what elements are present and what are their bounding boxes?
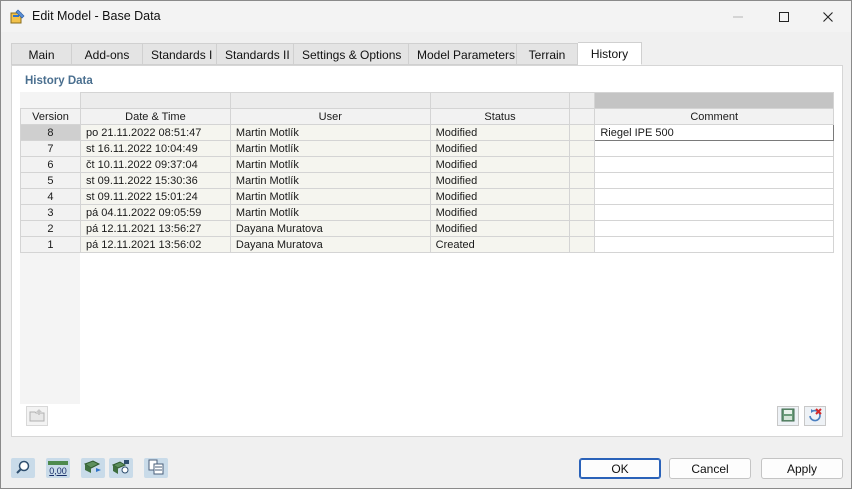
datetime-cell[interactable]: čt 10.11.2022 09:37:04 [79,156,231,173]
edit-model-dialog: Edit Model - Base Data Main Add-ons Stan… [0,0,852,489]
tab-history[interactable]: History [578,42,642,65]
comment-cell[interactable] [594,220,834,237]
model-settings-icon [111,459,130,478]
version-cell[interactable]: 6 [20,156,81,173]
table-row[interactable]: 3 pá 04.11.2022 09:05:59 Martin Motlík M… [20,204,834,221]
status-cell[interactable]: Modified [429,172,571,189]
user-cell[interactable]: Martin Motlík [229,172,431,189]
table-row[interactable]: 1 pá 12.11.2021 13:56:02 Dayana Muratova… [20,236,834,253]
tab-settings-options[interactable]: Settings & Options [294,43,409,65]
minimize-button[interactable] [715,1,761,32]
decimal-format-icon [48,460,68,465]
history-data-title: History Data [25,75,93,87]
tab-main[interactable]: Main [11,43,72,65]
window-title: Edit Model - Base Data [32,9,161,23]
tab-bar: Main Add-ons Standards I Standards II Se… [11,42,642,65]
status-cell[interactable]: Modified [429,124,571,141]
user-cell[interactable]: Martin Motlík [229,156,431,173]
version-cell[interactable]: 4 [20,188,81,205]
data-table-icon [147,459,165,478]
title-bar: Edit Model - Base Data [1,1,851,32]
user-cell[interactable]: Martin Motlík [229,140,431,157]
version-cell[interactable]: 8 [20,124,81,141]
history-table: Version Date & Time User Status Comment … [20,92,834,253]
search-zoom-icon [15,459,31,478]
comment-cell[interactable] [594,156,834,173]
tab-standards-i[interactable]: Standards I [143,43,217,65]
data-table-button[interactable] [144,458,168,478]
maximize-button[interactable] [761,1,807,32]
comment-cell[interactable] [594,172,834,189]
table-row[interactable]: 5 st 09.11.2022 15:30:36 Martin Motlík M… [20,172,834,189]
delete-version-button[interactable] [804,406,826,426]
datetime-cell[interactable]: po 21.11.2022 08:51:47 [79,124,231,141]
status-cell[interactable]: Created [429,236,571,253]
user-cell[interactable]: Dayana Muratova [229,220,431,237]
comment-cell[interactable] [594,204,834,221]
datetime-cell[interactable]: pá 04.11.2022 09:05:59 [79,204,231,221]
column-header-datetime[interactable]: Date & Time [79,108,231,125]
tab-add-ons[interactable]: Add-ons [72,43,143,65]
delete-version-icon [807,407,823,426]
status-cell[interactable]: Modified [429,140,571,157]
column-header-version[interactable]: Version [20,108,81,125]
datetime-cell[interactable]: st 09.11.2022 15:30:36 [79,172,231,189]
export-folder-button[interactable] [26,406,48,426]
search-zoom-button[interactable] [11,458,35,478]
status-cell[interactable]: Modified [429,188,571,205]
model-edit-icon [10,9,25,24]
ok-button[interactable]: OK [579,458,661,479]
close-button[interactable] [805,1,851,32]
table-row[interactable]: 2 pá 12.11.2021 13:56:27 Dayana Muratova… [20,220,834,237]
decimal-format-button[interactable]: 0,00 [46,458,70,478]
version-cell[interactable]: 2 [20,220,81,237]
cancel-button[interactable]: Cancel [669,458,751,479]
datetime-cell[interactable]: pá 12.11.2021 13:56:02 [79,236,231,253]
table-row[interactable]: 4 st 09.11.2022 15:01:24 Martin Motlík M… [20,188,834,205]
tab-terrain[interactable]: Terrain [517,43,578,65]
decimal-value: 0,00 [49,465,67,476]
history-panel: History Data Version Date & Time User St… [11,65,843,437]
tab-standards-ii[interactable]: Standards II [217,43,294,65]
table-row[interactable]: 8 po 21.11.2022 08:51:47 Martin Motlík M… [20,124,834,141]
user-cell[interactable]: Martin Motlík [229,204,431,221]
datetime-cell[interactable]: st 16.11.2022 10:04:49 [79,140,231,157]
comment-cell[interactable] [594,236,834,253]
table-row[interactable]: 6 čt 10.11.2022 09:37:04 Martin Motlík M… [20,156,834,173]
export-folder-icon [29,408,45,425]
column-header-status[interactable]: Status [429,108,571,125]
status-cell[interactable]: Modified [429,204,571,221]
history-grid: Version Date & Time User Status Comment … [20,92,834,404]
comment-cell[interactable]: Riegel IPE 500 [594,124,834,141]
column-header-comment[interactable]: Comment [594,108,834,125]
comment-cell[interactable] [594,140,834,157]
datetime-cell[interactable]: pá 12.11.2021 13:56:27 [79,220,231,237]
version-cell[interactable]: 7 [20,140,81,157]
status-cell[interactable]: Modified [429,220,571,237]
save-version-icon [780,407,796,426]
model-view-icon [83,459,102,478]
table-row[interactable]: 7 st 16.11.2022 10:04:49 Martin Motlík M… [20,140,834,157]
user-cell[interactable]: Martin Motlík [229,124,431,141]
version-cell[interactable]: 3 [20,204,81,221]
version-cell[interactable]: 5 [20,172,81,189]
apply-button[interactable]: Apply [761,458,843,479]
version-cell[interactable]: 1 [20,236,81,253]
save-version-button[interactable] [777,406,799,426]
model-settings-button[interactable] [109,458,133,478]
tab-model-parameters[interactable]: Model Parameters [409,43,517,65]
comment-cell[interactable] [594,188,834,205]
user-cell[interactable]: Martin Motlík [229,188,431,205]
user-cell[interactable]: Dayana Muratova [229,236,431,253]
datetime-cell[interactable]: st 09.11.2022 15:01:24 [79,188,231,205]
column-header-spacer [569,108,596,125]
status-cell[interactable]: Modified [429,156,571,173]
model-view-button[interactable] [81,458,105,478]
column-header-user[interactable]: User [229,108,431,125]
